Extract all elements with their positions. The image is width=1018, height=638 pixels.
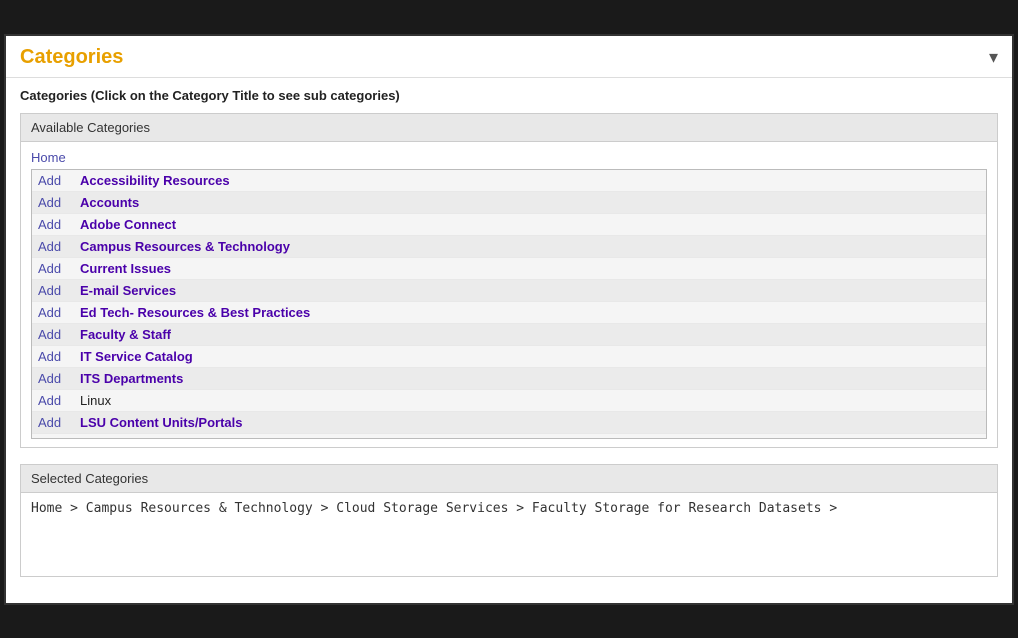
content-area: Categories (Click on the Category Title …	[6, 78, 1012, 603]
available-categories-label: Available Categories	[31, 120, 150, 135]
available-categories-section: Available Categories Home Add Accessibili…	[20, 113, 998, 448]
category-name-label[interactable]: Linux	[80, 393, 111, 408]
instruction-text: Categories (Click on the Category Title …	[20, 88, 998, 103]
add-category-link[interactable]: Add	[38, 393, 66, 408]
add-category-link[interactable]: Add	[38, 371, 66, 386]
selected-categories-label: Selected Categories	[31, 471, 148, 486]
selected-categories-header: Selected Categories	[21, 465, 997, 493]
list-item: Add IT Service Catalog	[32, 346, 986, 368]
category-name-label[interactable]: E-mail Services	[80, 283, 176, 298]
add-category-link[interactable]: Add	[38, 173, 66, 188]
category-name-label[interactable]: Campus Resources & Technology	[80, 239, 290, 254]
main-container: Categories ▾ Categories (Click on the Ca…	[4, 34, 1014, 605]
list-item: Add ITS Departments	[32, 368, 986, 390]
category-name-label[interactable]: ITS Departments	[80, 371, 183, 386]
list-item: Add Accounts	[32, 192, 986, 214]
list-item: Add Linux	[32, 390, 986, 412]
list-item: Add Campus Resources & Technology	[32, 236, 986, 258]
selected-path-textarea[interactable]	[21, 493, 997, 573]
page-title: Categories	[20, 46, 123, 69]
add-category-link[interactable]: Add	[38, 195, 66, 210]
add-category-link[interactable]: Add	[38, 327, 66, 342]
add-category-link[interactable]: Add	[38, 437, 66, 439]
list-item: Add E-mail Services	[32, 280, 986, 302]
selected-categories-content	[21, 493, 997, 576]
header: Categories ▾	[6, 36, 1012, 78]
selected-categories-section: Selected Categories	[20, 464, 998, 577]
available-categories-header: Available Categories	[21, 114, 997, 142]
home-label: Home	[31, 150, 987, 165]
category-name-label[interactable]: LSU Content Units/Portals	[80, 415, 243, 430]
add-category-link[interactable]: Add	[38, 283, 66, 298]
category-name-label[interactable]: Ed Tech- Resources & Best Practices	[80, 305, 310, 320]
chevron-down-icon[interactable]: ▾	[989, 47, 998, 68]
categories-list[interactable]: AddAccessibility ResourcesAddAccountsAdd…	[31, 169, 987, 439]
list-item: Add Current Issues	[32, 258, 986, 280]
add-category-link[interactable]: Add	[38, 305, 66, 320]
category-name-label[interactable]: Faculty & Staff	[80, 327, 171, 342]
list-item: Add Faculty & Staff	[32, 324, 986, 346]
list-item: Add LSU Online	[32, 434, 986, 439]
add-category-link[interactable]: Add	[38, 415, 66, 430]
add-category-link[interactable]: Add	[38, 261, 66, 276]
category-name-label[interactable]: Accounts	[80, 195, 139, 210]
add-category-link[interactable]: Add	[38, 349, 66, 364]
available-categories-content: Home Add Accessibility Resources Add Accoun…	[21, 142, 997, 447]
list-item: Add Accessibility Resources	[32, 170, 986, 192]
list-item: Add Adobe Connect	[32, 214, 986, 236]
category-name-label[interactable]: Current Issues	[80, 261, 171, 276]
category-name-label[interactable]: Adobe Connect	[80, 217, 176, 232]
list-item: Add Ed Tech- Resources & Best Practices	[32, 302, 986, 324]
category-name-label[interactable]: IT Service Catalog	[80, 349, 193, 364]
category-name-label[interactable]: Accessibility Resources	[80, 173, 230, 188]
list-item: Add LSU Content Units/Portals	[32, 412, 986, 434]
add-category-link[interactable]: Add	[38, 217, 66, 232]
add-category-link[interactable]: Add	[38, 239, 66, 254]
category-name-label[interactable]: LSU Online	[80, 437, 150, 439]
